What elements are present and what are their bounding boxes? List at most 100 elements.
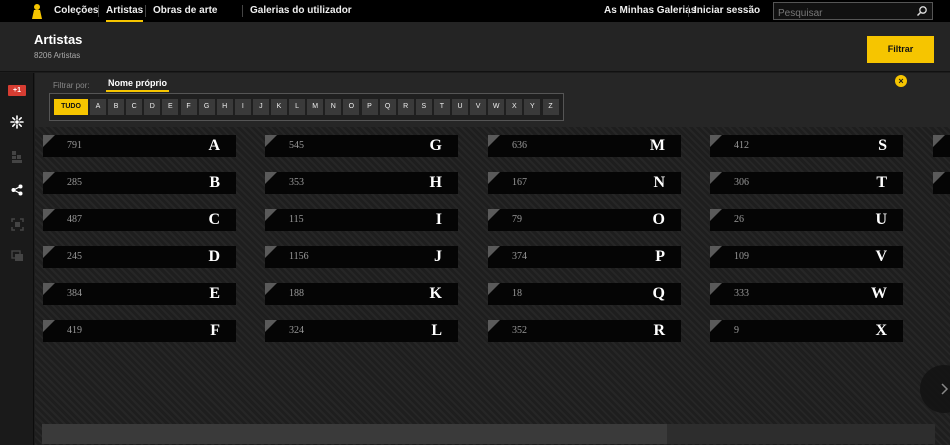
nav-artists[interactable]: Artistas xyxy=(106,0,144,22)
share-button[interactable] xyxy=(7,180,27,200)
letter-tile-k[interactable]: 188 K xyxy=(265,283,458,305)
gallery-button[interactable] xyxy=(7,246,27,266)
letter-tile-q[interactable]: 18 Q xyxy=(488,283,681,305)
search-input[interactable] xyxy=(774,5,914,22)
nav-my-galleries[interactable]: As Minhas Galerias xyxy=(604,0,696,22)
tile-partial[interactable] xyxy=(933,172,950,194)
artist-count-label: 9 xyxy=(734,325,739,336)
sparkle-button[interactable] xyxy=(7,112,27,132)
next-page-button[interactable] xyxy=(920,365,950,413)
tile-corner-decoration xyxy=(488,172,500,184)
letter-tile-d[interactable]: 245 D xyxy=(43,246,236,268)
letter-tile-v[interactable]: 109 V xyxy=(710,246,903,268)
letter-filter-r[interactable]: R xyxy=(397,99,414,115)
tile-letter: N xyxy=(653,174,665,191)
letter-filter-all[interactable]: TUDO xyxy=(54,99,88,115)
letter-filter-c[interactable]: C xyxy=(126,99,143,115)
artist-count-label: 352 xyxy=(512,325,527,336)
letter-tile-x[interactable]: 9X xyxy=(710,320,903,342)
letter-filter-m[interactable]: M xyxy=(307,99,324,115)
artist-count-label: 353 xyxy=(289,177,304,188)
letter-filter-t[interactable]: T xyxy=(433,99,450,115)
artist-count: 8206 Artistas xyxy=(34,51,81,60)
letter-filter-b[interactable]: B xyxy=(108,99,125,115)
scrollbar-thumb[interactable] xyxy=(42,424,667,444)
fullscreen-icon xyxy=(10,217,24,231)
letter-filter-g[interactable]: G xyxy=(198,99,215,115)
letter-tile-t[interactable]: 306 T xyxy=(710,172,903,194)
letter-tile-p[interactable]: 374 P xyxy=(488,246,681,268)
letter-filter-n[interactable]: N xyxy=(325,99,342,115)
tile-corner-decoration xyxy=(265,135,277,147)
letter-filter-e[interactable]: E xyxy=(162,99,179,115)
tile-letter: D xyxy=(208,248,220,265)
letter-filter-u[interactable]: U xyxy=(452,99,468,115)
tab-first-name[interactable]: Nome próprio xyxy=(106,78,170,92)
letter-filter-d[interactable]: D xyxy=(144,99,161,115)
letter-filter-a[interactable]: A xyxy=(90,99,106,115)
letter-filter-o[interactable]: O xyxy=(343,99,360,115)
letter-tile-e[interactable]: 384 E xyxy=(43,283,236,305)
letter-tile-l[interactable]: 324 L xyxy=(265,320,458,342)
letter-tile-o[interactable]: 79 O xyxy=(488,209,681,231)
nav-user-galleries[interactable]: Galerias do utilizador xyxy=(250,0,352,22)
letter-filter-s[interactable]: S xyxy=(415,99,432,115)
nav-collections[interactable]: Coleções xyxy=(54,0,98,22)
letter-filter-i[interactable]: I xyxy=(234,99,251,115)
tile-corner-decoration xyxy=(710,283,722,295)
tile-letter: L xyxy=(431,322,442,339)
building-button[interactable] xyxy=(7,147,27,167)
page-title: Artistas xyxy=(34,32,83,47)
fullscreen-button[interactable] xyxy=(7,214,27,234)
nav-sign-in[interactable]: Iniciar sessão xyxy=(694,0,760,22)
tile-letter: T xyxy=(876,174,887,191)
letter-tile-h[interactable]: 353 H xyxy=(265,172,458,194)
letter-filter-v[interactable]: V xyxy=(470,99,487,115)
search-icon[interactable] xyxy=(916,5,928,17)
nav-separator xyxy=(145,5,146,17)
letter-tile-a[interactable]: 791 A xyxy=(43,135,236,157)
letter-tile-g[interactable]: 545 G xyxy=(265,135,458,157)
tile-letter: C xyxy=(208,211,220,228)
tile-letter: U xyxy=(875,211,887,228)
letter-filter-w[interactable]: W xyxy=(488,99,505,115)
chevron-right-icon xyxy=(941,383,949,395)
letter-filter-f[interactable]: F xyxy=(180,99,197,115)
filter-button[interactable]: Filtrar xyxy=(867,36,934,63)
sparkle-icon xyxy=(10,115,24,129)
close-filter-icon[interactable]: × xyxy=(895,75,907,87)
top-nav: Coleções Artistas Obras de arte Galerias… xyxy=(0,0,950,22)
nav-separator xyxy=(688,5,689,17)
artist-count-label: 167 xyxy=(512,177,527,188)
letter-filter-y[interactable]: Y xyxy=(524,99,541,115)
letter-tile-c[interactable]: 487 C xyxy=(43,209,236,231)
letter-filter-j[interactable]: J xyxy=(252,99,269,115)
google-cultural-institute-logo-icon[interactable] xyxy=(32,4,42,19)
letter-tile-u[interactable]: 26 U xyxy=(710,209,903,231)
tile-partial[interactable] xyxy=(933,135,950,157)
tile-corner-decoration xyxy=(710,209,722,221)
letter-filter-q[interactable]: Q xyxy=(379,99,396,115)
letter-filter-k[interactable]: K xyxy=(271,99,287,115)
horizontal-scrollbar[interactable] xyxy=(42,424,935,444)
letter-filter-l[interactable]: L xyxy=(289,99,306,115)
artist-count-label: 306 xyxy=(734,177,749,188)
letter-filter-x[interactable]: X xyxy=(506,99,523,115)
nav-artworks[interactable]: Obras de arte xyxy=(153,0,217,22)
letter-tile-m[interactable]: 636 M xyxy=(488,135,681,157)
letter-filter-z[interactable]: Z xyxy=(542,99,559,115)
letter-tile-f[interactable]: 419 F xyxy=(43,320,236,342)
gallery-icon xyxy=(10,250,23,261)
letter-tile-b[interactable]: 285 B xyxy=(43,172,236,194)
letter-tile-w[interactable]: 333 W xyxy=(710,283,903,305)
letter-tile-s[interactable]: 412 S xyxy=(710,135,903,157)
letter-filter-p[interactable]: P xyxy=(361,99,378,115)
letter-tile-j[interactable]: 1156 J xyxy=(265,246,458,268)
letter-tile-i[interactable]: 115 I xyxy=(265,209,458,231)
letter-tile-r[interactable]: 352 R xyxy=(488,320,681,342)
google-plus-button[interactable]: +1 xyxy=(7,80,27,100)
artist-count-label: 245 xyxy=(67,251,82,262)
letter-tile-n[interactable]: 167 N xyxy=(488,172,681,194)
letter-filter-h[interactable]: H xyxy=(216,99,233,115)
tile-corner-decoration xyxy=(710,135,722,147)
